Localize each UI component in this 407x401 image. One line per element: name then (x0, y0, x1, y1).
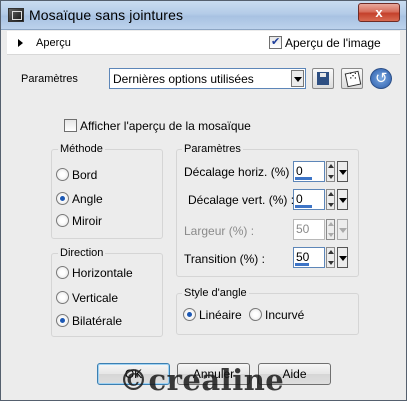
width-input[interactable]: 50 (293, 219, 325, 240)
image-preview-checkbox[interactable] (269, 35, 282, 49)
mosaic-preview-checkbox[interactable] (64, 119, 77, 132)
width-label: Largeur (%) : (184, 224, 255, 238)
vertical-offset-value: 0 (296, 192, 303, 206)
parameters-group-title: Paramètres (182, 143, 243, 155)
window-title: Mosaïque sans jointures (29, 7, 184, 23)
vertical-offset-stepper[interactable] (326, 189, 335, 210)
app-icon (8, 8, 24, 22)
direction-radio-horizontale[interactable] (56, 266, 69, 279)
save-icon[interactable] (312, 68, 334, 89)
transition-label: Transition (%) : (184, 252, 265, 266)
horizontal-offset-stepper[interactable] (326, 161, 335, 182)
method-option-bord[interactable]: Bord (72, 168, 97, 182)
direction-option-bilaterale[interactable]: Bilatérale (72, 314, 122, 328)
watermark: ©crealine (119, 363, 285, 397)
presets-dropdown[interactable]: Dernières options utilisées (109, 68, 306, 89)
corner-radio-incurve[interactable] (249, 308, 262, 321)
width-dropdown[interactable] (337, 219, 348, 240)
corner-option-lineaire[interactable]: Linéaire (199, 308, 242, 322)
horizontal-offset-level (295, 177, 312, 180)
presets-selected-value: Dernières options utilisées (113, 72, 254, 86)
direction-radio-bilaterale[interactable] (56, 314, 69, 327)
method-option-angle[interactable]: Angle (72, 192, 103, 206)
reset-icon[interactable] (370, 68, 392, 89)
transition-level (295, 263, 309, 266)
preview-toggle-label[interactable]: Aperçu (36, 37, 71, 49)
vertical-offset-label: Décalage vert. (%) : (188, 193, 295, 207)
corner-option-incurve[interactable]: Incurvé (265, 308, 304, 322)
chevron-down-icon[interactable] (291, 70, 304, 87)
dice-icon[interactable] (341, 68, 363, 89)
horizontal-offset-input[interactable]: 0 (293, 161, 325, 182)
mosaic-preview-label[interactable]: Afficher l'aperçu de la mosaïque (80, 119, 251, 133)
dialog-window: Mosaïque sans jointures x Aperçu Aperçu … (0, 0, 407, 401)
width-stepper[interactable] (326, 219, 335, 240)
vertical-offset-level (295, 205, 312, 208)
vertical-offset-dropdown[interactable] (337, 189, 348, 210)
direction-option-horizontale[interactable]: Horizontale (72, 266, 133, 280)
transition-dropdown[interactable] (337, 247, 348, 268)
transition-value: 50 (296, 250, 310, 264)
expand-arrow-icon[interactable] (18, 39, 23, 47)
method-radio-bord[interactable] (56, 168, 69, 181)
transition-stepper[interactable] (326, 247, 335, 268)
horizontal-offset-dropdown[interactable] (337, 161, 348, 182)
method-radio-miroir[interactable] (56, 214, 69, 227)
width-value: 50 (296, 222, 310, 236)
direction-radio-verticale[interactable] (56, 291, 69, 304)
close-button[interactable]: x (358, 3, 400, 22)
method-group-title: Méthode (58, 143, 105, 155)
title-bar[interactable]: Mosaïque sans jointures x (1, 1, 406, 30)
corner-style-group-title: Style d'angle (182, 287, 249, 299)
direction-option-verticale[interactable]: Verticale (72, 291, 118, 305)
presets-label: Paramètres (21, 73, 78, 85)
transition-input[interactable]: 50 (293, 247, 325, 268)
horizontal-offset-label: Décalage horiz. (%) : (184, 165, 297, 179)
vertical-offset-input[interactable]: 0 (293, 189, 325, 210)
direction-group-title: Direction (58, 247, 106, 259)
horizontal-offset-value: 0 (296, 164, 303, 178)
image-preview-label[interactable]: Aperçu de l'image (285, 36, 381, 50)
corner-radio-lineaire[interactable] (183, 308, 196, 321)
method-option-miroir[interactable]: Miroir (72, 214, 102, 228)
method-radio-angle[interactable] (56, 192, 69, 205)
